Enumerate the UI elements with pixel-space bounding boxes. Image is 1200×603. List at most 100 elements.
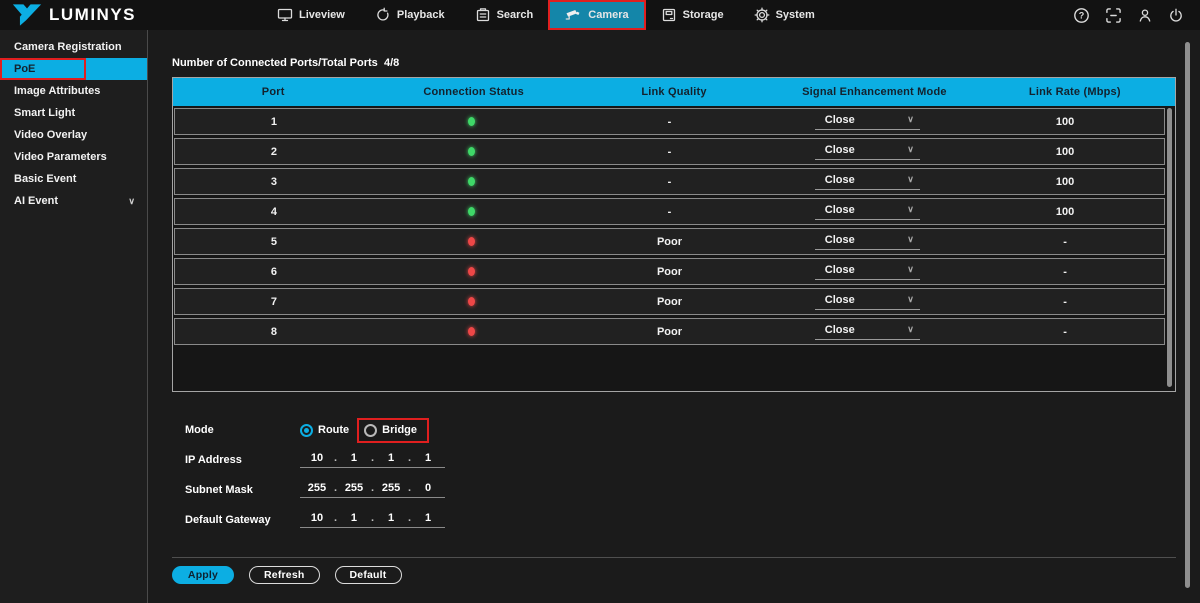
table-row: 6 Poor Close ∨ -: [174, 258, 1165, 285]
footer-divider: [172, 557, 1176, 558]
signal-mode-select[interactable]: Close ∨: [814, 113, 920, 130]
page-scrollbar[interactable]: [1185, 42, 1190, 588]
table-row: 8 Poor Close ∨ -: [174, 318, 1165, 345]
signal-mode-value: Close: [824, 263, 855, 276]
radio-route[interactable]: Route: [300, 423, 350, 437]
default-gateway-input[interactable]: 10. 1. 1. 1: [300, 512, 445, 528]
sidebar-item-label: PoE: [14, 63, 36, 75]
subnet-mask-input[interactable]: 255. 255. 255. 0: [300, 482, 445, 498]
octet-input[interactable]: 10: [300, 452, 334, 464]
signal-mode-value: Close: [824, 203, 855, 216]
octet-input[interactable]: 1: [374, 512, 408, 524]
radio-dot: [304, 427, 309, 433]
radio-bridge[interactable]: Bridge: [364, 423, 417, 437]
signal-mode-value: Close: [824, 113, 855, 126]
table-body: 1 - Close ∨ 100 2 - Close ∨ 100 3 - Close ∨ 100 4 - Close…: [173, 106, 1175, 345]
sidebar-item-camera-registration[interactable]: Camera Registration: [0, 36, 147, 58]
brand-logo: LUMINYS: [0, 3, 262, 27]
nav-item-search[interactable]: Search: [460, 0, 549, 30]
octet-input[interactable]: 1: [374, 452, 408, 464]
sidebar-item-video-overlay[interactable]: Video Overlay: [0, 124, 147, 146]
column-header-port: Port: [261, 86, 285, 98]
column-header-link-rate-mbps-: Link Rate (Mbps): [1028, 86, 1121, 98]
port-cell: 7: [270, 295, 277, 308]
refresh-button[interactable]: Refresh: [249, 566, 320, 584]
field-row-default-gateway: Default Gateway 10. 1. 1. 1: [172, 505, 1200, 535]
nav-item-label: Liveview: [299, 9, 345, 21]
nav-item-playback[interactable]: Playback: [360, 0, 460, 30]
link-quality-cell: Poor: [656, 325, 683, 338]
octet-input[interactable]: 1: [337, 452, 371, 464]
sidebar-item-video-parameters[interactable]: Video Parameters: [0, 146, 147, 168]
nav-item-label: Camera: [588, 9, 629, 21]
sidebar-item-label: Video Parameters: [14, 151, 107, 163]
octet-input[interactable]: 255: [300, 482, 334, 494]
nav-item-camera[interactable]: Camera: [548, 0, 646, 30]
signal-mode-select[interactable]: Close ∨: [814, 324, 920, 340]
chevron-down-icon: ∨: [907, 294, 914, 304]
liveview-monitor-icon: [277, 7, 293, 23]
port-cell: 8: [270, 325, 277, 338]
chevron-down-icon: ∨: [907, 234, 914, 244]
connection-status-cell: [373, 297, 571, 306]
ip-address-input[interactable]: 10. 1. 1. 1: [300, 452, 445, 468]
signal-mode-select[interactable]: Close ∨: [814, 203, 920, 220]
scan-icon[interactable]: [1105, 7, 1122, 24]
help-icon[interactable]: ?: [1073, 7, 1090, 24]
signal-mode-cell: Close ∨: [768, 294, 966, 310]
power-icon[interactable]: [1168, 7, 1184, 24]
ports-summary: Number of Connected Ports/Total Ports 4/…: [172, 57, 1200, 69]
radio-selected-icon: [300, 423, 313, 437]
sidebar-item-label: Smart Light: [14, 107, 76, 119]
sidebar-item-basic-event[interactable]: Basic Event: [0, 168, 147, 190]
sidebar-item-label: Image Attributes: [14, 85, 101, 97]
nav-item-storage[interactable]: Storage: [646, 0, 739, 30]
nav-item-label: System: [775, 9, 815, 21]
mode-label: Mode: [185, 424, 214, 436]
octet-input[interactable]: 0: [411, 482, 445, 494]
sidebar-item-image-attributes[interactable]: Image Attributes: [0, 80, 147, 102]
sidebar-item-label: Basic Event: [14, 173, 77, 185]
signal-mode-cell: Close ∨: [768, 174, 966, 190]
column-header-signal-enhancement-mode: Signal Enhancement Mode: [802, 86, 947, 98]
signal-mode-select[interactable]: Close ∨: [814, 294, 920, 310]
octet-input[interactable]: 1: [411, 452, 445, 464]
port-cell: 1: [270, 115, 277, 128]
signal-mode-select[interactable]: Close ∨: [814, 174, 920, 190]
sidebar-item-poe[interactable]: PoE: [0, 58, 147, 80]
search-doc-icon: [475, 7, 491, 23]
table-scrollbar[interactable]: [1167, 108, 1172, 387]
mode-radio-group: Route Bridge: [300, 417, 430, 443]
link-quality-cell: Poor: [656, 295, 683, 308]
octet-input[interactable]: 1: [411, 512, 445, 524]
octet-input[interactable]: 1: [337, 512, 371, 524]
signal-mode-select[interactable]: Close ∨: [814, 263, 920, 280]
apply-button[interactable]: Apply: [172, 566, 234, 584]
octet-input[interactable]: 255: [374, 482, 408, 494]
octet-input[interactable]: 10: [300, 512, 334, 524]
chevron-down-icon: ∨: [907, 114, 914, 124]
link-rate-cell: 100: [1055, 175, 1075, 188]
storage-icon: [661, 7, 677, 23]
chevron-down-icon: ∨: [907, 324, 914, 334]
radio-label: Route: [318, 424, 350, 436]
nav-item-system[interactable]: System: [739, 0, 830, 30]
sidebar-item-smart-light[interactable]: Smart Light: [0, 102, 147, 124]
nav-item-liveview[interactable]: Liveview: [262, 0, 360, 30]
signal-mode-select[interactable]: Close ∨: [814, 234, 920, 250]
table-row: 5 Poor Close ∨ -: [174, 228, 1165, 255]
nav-item-label: Search: [496, 9, 534, 21]
poe-port-table: Port Connection Status Link Quality Signal …: [172, 77, 1176, 392]
connection-status-cell: [373, 117, 571, 126]
link-quality-cell: -: [667, 145, 672, 158]
sidebar: Camera Registration PoE Image Attributes Sm…: [0, 30, 148, 603]
chevron-down-icon: ∨: [907, 264, 914, 274]
table-row: 1 - Close ∨ 100: [174, 108, 1165, 135]
octet-input[interactable]: 255: [337, 482, 371, 494]
selection-highlight-box: Bridge: [357, 417, 430, 443]
sidebar-item-ai-event[interactable]: AI Event ∨: [0, 190, 147, 212]
signal-mode-select[interactable]: Close ∨: [814, 144, 920, 160]
link-rate-cell: -: [1063, 265, 1067, 278]
user-icon[interactable]: [1137, 7, 1153, 24]
default-button[interactable]: Default: [334, 566, 402, 584]
